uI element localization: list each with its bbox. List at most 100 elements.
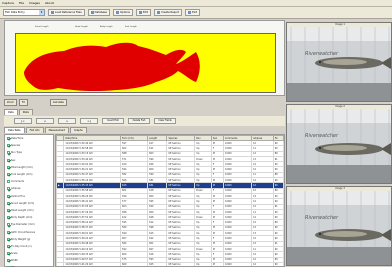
checklist-item[interactable]: Species	[5, 142, 53, 149]
checklist-item[interactable]: Girth Circumference	[5, 228, 53, 235]
checklist-item[interactable]: Body Depth (mm)	[5, 214, 53, 221]
checklist-item[interactable]: Comments	[5, 178, 53, 185]
menu-capture[interactable]: Capture	[2, 1, 14, 5]
insert-fish-button[interactable]: Insert Fish	[102, 118, 124, 124]
checklist-item[interactable]: Head Length (mm)	[5, 207, 53, 214]
tab-graphs[interactable]: Graphs	[70, 127, 87, 133]
camera-watermark: Riverwatcher	[305, 51, 339, 57]
database-button[interactable]: Database	[87, 9, 111, 16]
checklist-item-label: Width	[11, 259, 18, 263]
checklist-item[interactable]: Fork Length (mm)	[5, 171, 53, 178]
fish-highlight	[323, 59, 367, 65]
options-button[interactable]: Options	[113, 9, 134, 16]
camera-view[interactable]: Image 1 Riverwatcher	[286, 22, 392, 102]
checkbox[interactable]	[7, 180, 10, 184]
tank-top-light	[287, 191, 391, 205]
fit-button[interactable]: Fit	[18, 99, 28, 106]
table-cell: 11/03/2006 5:41:20 AM	[63, 261, 122, 266]
next-record-button[interactable]: >	[58, 118, 76, 124]
tab-stats[interactable]: Stats	[18, 109, 33, 115]
zoom-button[interactable]: Zoom	[4, 99, 17, 106]
checklist-item-label: Adipose	[11, 187, 21, 191]
checkbox[interactable]	[7, 237, 10, 241]
checklist-item-label: Comments	[11, 180, 24, 184]
chevron-down-icon[interactable]: ▾	[39, 10, 44, 15]
fish-eye	[319, 147, 321, 149]
checkbox[interactable]	[7, 244, 10, 248]
camera-view[interactable]: Image 2 Riverwatcher	[286, 104, 392, 184]
delete-fish-button[interactable]: Delete Fish	[128, 118, 150, 124]
tab-measurement[interactable]: Measurement	[44, 127, 69, 133]
checkbox[interactable]	[7, 151, 10, 155]
last-record-button[interactable]: >|	[80, 118, 98, 124]
calculate-button[interactable]: Calculate	[49, 99, 67, 106]
menu-images[interactable]: Images	[29, 1, 40, 5]
checklist-item[interactable]: Eye Diameter (mm)	[5, 221, 53, 228]
checklist-item-label: Species	[11, 144, 21, 148]
tab-data-table[interactable]: Data Table	[4, 127, 25, 133]
mode-select[interactable]: Fish Data Entry ▾	[3, 9, 45, 16]
checklist-item-label: Eye Diameter (mm)	[11, 223, 35, 227]
checkbox[interactable]	[7, 208, 10, 212]
table-cell: M	[210, 261, 224, 266]
axis-label-snout: Snout Length	[35, 26, 49, 28]
gear-icon	[116, 11, 120, 14]
prev-record-button[interactable]: <	[36, 118, 54, 124]
menu-file[interactable]: File	[19, 1, 24, 5]
toolbar: Fish Data Entry ▾ Load Reference Files D…	[0, 7, 392, 19]
checklist-item[interactable]: Body Weight (g)	[5, 236, 53, 243]
camera-watermark: Riverwatcher	[305, 215, 339, 221]
menu-about[interactable]: About	[45, 1, 54, 5]
checklist-item[interactable]: Width	[5, 257, 53, 264]
checkbox[interactable]	[7, 158, 10, 162]
table-row[interactable]: 11/03/2006 5:41:20 AM 609 625 KE Salmon Up M 0…	[56, 261, 284, 266]
load-reference-files-button[interactable]: Load Reference Files	[48, 9, 85, 16]
exit-button[interactable]: Exit	[185, 9, 201, 16]
mode-select-value: Fish Data Entry	[5, 11, 25, 14]
checkbox[interactable]	[7, 201, 10, 205]
fish-silhouette	[24, 42, 200, 92]
checkbox[interactable]	[7, 173, 10, 177]
checklist-item[interactable]: Scale	[5, 250, 53, 257]
tank-floor	[287, 247, 391, 265]
record-nav: |< < > >| Insert Fish Delete Fish Clear …	[4, 116, 285, 126]
checklist-item[interactable]: Run Type	[5, 149, 53, 156]
checklist-item[interactable]: Snout Length (mm)	[5, 200, 53, 207]
database-icon	[90, 11, 94, 14]
checkbox[interactable]	[7, 194, 10, 198]
checklist-item[interactable]: Total Length (mm)	[5, 164, 53, 171]
checkbox[interactable]	[7, 144, 10, 148]
checklist-item[interactable]: Ventral Fins	[5, 193, 53, 200]
table-cell: 90	[272, 261, 284, 266]
checkbox[interactable]	[7, 216, 10, 220]
checklist-item[interactable]: Fin Ray Count (n)	[5, 243, 53, 250]
tab-fish-info[interactable]: Fish Info	[25, 127, 44, 133]
checkbox[interactable]	[7, 252, 10, 256]
clear-fields-button[interactable]: Clear Fields	[154, 118, 176, 124]
checklist-item[interactable]: Sex	[5, 157, 53, 164]
checkbox[interactable]	[7, 230, 10, 234]
edit-icon	[139, 11, 143, 14]
checklist-item[interactable]: Adipose	[5, 185, 53, 192]
checklist-item-label: Girth Circumference	[11, 230, 36, 234]
checklist-item-label: Fork Length (mm)	[11, 173, 33, 177]
fish-silhouette-plot[interactable]	[15, 33, 276, 93]
table-cell: 609	[120, 261, 149, 266]
first-record-button[interactable]: |<	[14, 118, 32, 124]
edit-button[interactable]: Edit	[136, 9, 152, 16]
camera-view[interactable]: Image 3 Riverwatcher	[286, 186, 392, 266]
create-report-button[interactable]: Create Report	[154, 9, 183, 16]
field-checklist: Date/Time Species Run Type Sex Total Length …	[4, 134, 54, 267]
camera-watermark: Riverwatcher	[305, 133, 339, 139]
checkbox[interactable]	[7, 223, 10, 227]
table-cell: 12	[251, 261, 274, 266]
checklist-item[interactable]: Date/Time	[5, 135, 53, 142]
checklist-item-label: Body Weight (g)	[11, 237, 31, 241]
checkbox[interactable]	[7, 165, 10, 169]
tab-data[interactable]: Data	[4, 109, 18, 115]
checkbox[interactable]	[7, 259, 10, 263]
checkbox[interactable]	[7, 137, 10, 141]
camera-image: Riverwatcher	[287, 109, 391, 183]
checklist-item-label: Fin Ray Count (n)	[11, 244, 32, 248]
checkbox[interactable]	[7, 187, 10, 191]
